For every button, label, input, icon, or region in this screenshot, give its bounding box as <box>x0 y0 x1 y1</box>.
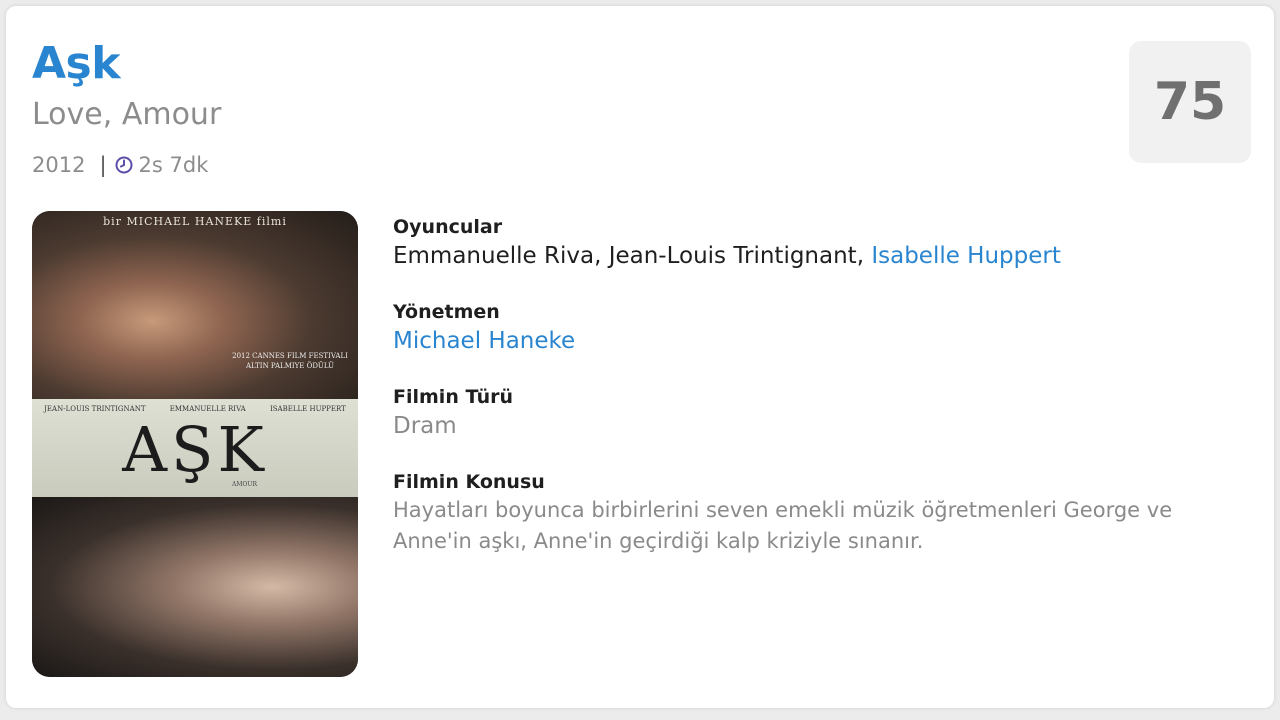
poster-subtitle: AMOUR <box>232 481 257 488</box>
director-section: Yönetmen Michael Haneke <box>393 299 1253 358</box>
plot-text: Hayatları boyunca birbirlerini seven eme… <box>393 498 1173 553</box>
meta-separator: | <box>99 153 107 177</box>
cast-member[interactable]: Emmanuelle Riva <box>393 243 594 269</box>
movie-poster[interactable]: bir MICHAEL HANEKE filmi 2012 CANNES FIL… <box>32 211 358 677</box>
plot-section: Filmin Konusu Hayatları boyunca birbirle… <box>393 469 1253 557</box>
movie-year: 2012 <box>32 153 86 177</box>
plot-label: Filmin Konusu <box>393 471 545 493</box>
movie-details: Oyuncular Emmanuelle Riva, Jean-Louis Tr… <box>393 214 1253 583</box>
cast-separator: , <box>594 243 609 269</box>
movie-card: Aşk Love, Amour 2012 | 2s 7dk 75 bir MIC… <box>6 6 1274 708</box>
score-badge: 75 <box>1129 41 1251 163</box>
director-label: Yönetmen <box>393 301 500 323</box>
poster-cast-name: JEAN-LOUIS TRINTIGNANT <box>44 405 146 413</box>
director-link[interactable]: Michael Haneke <box>393 328 575 354</box>
cast-label: Oyuncular <box>393 216 503 238</box>
genre-value: Dram <box>393 413 457 439</box>
movie-alt-title: Love, Amour <box>32 97 222 132</box>
poster-title: AŞK <box>122 413 268 486</box>
cast-member-link[interactable]: Isabelle Huppert <box>871 243 1061 269</box>
genre-section: Filmin Türü Dram <box>393 384 1253 443</box>
poster-cast-line: JEAN-LOUIS TRINTIGNANT EMMANUELLE RIVA I… <box>32 405 358 413</box>
poster-top-photo <box>32 211 358 401</box>
cast-section: Oyuncular Emmanuelle Riva, Jean-Louis Tr… <box>393 214 1253 273</box>
cast-list: Emmanuelle Riva, Jean-Louis Trintignant,… <box>393 240 1253 273</box>
poster-cast-name: ISABELLE HUPPERT <box>269 405 346 413</box>
director-value: Michael Haneke <box>393 325 1253 358</box>
movie-duration: 2s 7dk <box>138 153 209 177</box>
poster-bottom-photo <box>32 497 358 677</box>
genre-label: Filmin Türü <box>393 386 514 408</box>
clock-icon <box>115 156 133 174</box>
poster-festival-text: 2012 CANNES FILM FESTIVALI ALTIN PALMIYE… <box>232 352 348 370</box>
poster-director-line: bir MICHAEL HANEKE filmi <box>103 215 287 228</box>
cast-separator: , <box>856 243 872 269</box>
poster-cast-name: EMMANUELLE RIVA <box>169 405 246 413</box>
movie-title[interactable]: Aşk <box>32 36 121 92</box>
movie-meta: 2012 | 2s 7dk <box>32 148 208 182</box>
cast-member[interactable]: Jean-Louis Trintignant <box>609 243 857 269</box>
